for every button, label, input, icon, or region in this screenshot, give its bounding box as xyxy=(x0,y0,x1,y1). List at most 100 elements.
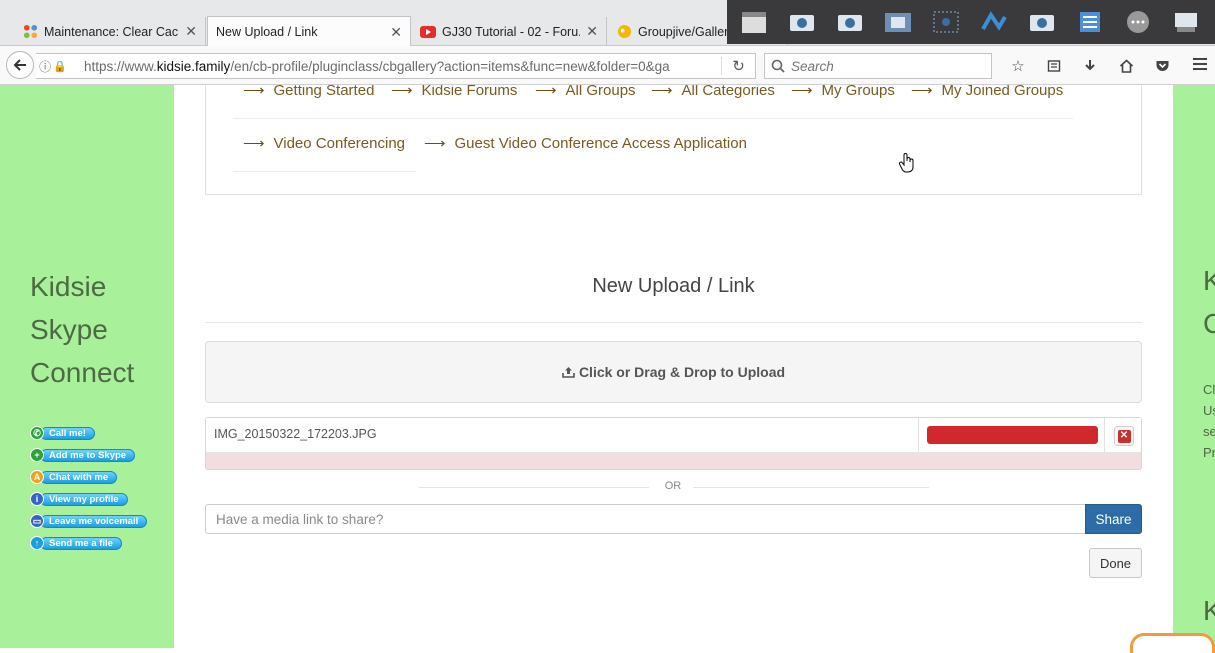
reload-icon[interactable]: ↻ xyxy=(721,57,755,75)
menu-link-label: Video Conferencing xyxy=(273,134,405,152)
url-bar[interactable]: ⓘ 🔒 https://www.kidsie.family/en/cb-profi… xyxy=(36,53,756,79)
skype-file-button[interactable]: ↑ Send me a file xyxy=(30,536,122,550)
menu-link-video-conferencing[interactable]: ⟶ Video Conferencing xyxy=(243,134,405,153)
groupjive-icon xyxy=(616,24,632,40)
screen-capture-toolbar xyxy=(727,0,1215,44)
chat-widget[interactable] xyxy=(1130,633,1215,653)
download-icon[interactable] xyxy=(1072,53,1108,79)
menu-link-all-groups[interactable]: ⟶ All Groups xyxy=(535,85,636,99)
close-tab-icon[interactable]: ✕ xyxy=(185,23,197,40)
upload-progress-bar xyxy=(927,426,1098,444)
bookmark-star-icon[interactable]: ☆ xyxy=(1000,53,1036,79)
text-capture-icon[interactable] xyxy=(1069,4,1111,40)
left-sidebar: Kidsie Skype Connect ✆ Call me! + Add me… xyxy=(0,85,174,648)
page-title: New Upload / Link xyxy=(592,275,755,297)
settings-capture-icon[interactable] xyxy=(1165,4,1207,40)
done-button[interactable]: Done xyxy=(1089,548,1142,578)
menu-divider xyxy=(233,118,1073,119)
phone-icon: ✆ xyxy=(30,426,44,440)
search-input[interactable] xyxy=(791,58,981,74)
group-menu: ⟶ Getting Started ⟶ Kidsie Forums ⟶ All Gro… xyxy=(205,85,1142,195)
right-title-fragment: K xyxy=(1203,265,1215,296)
camera-region-icon[interactable] xyxy=(925,4,967,40)
media-link-input[interactable] xyxy=(205,504,1086,534)
or-label: OR xyxy=(664,480,682,492)
right-text-fragment: Pr xyxy=(1203,445,1215,460)
url-path: /en/cb-profile/pluginclass/cbgallery?act… xyxy=(230,58,670,74)
hamburger-menu-icon[interactable] xyxy=(1193,58,1207,73)
skype-add-button[interactable]: + Add me to Skype xyxy=(30,448,136,462)
menu-link-my-joined-groups[interactable]: ⟶ My Joined Groups xyxy=(911,85,1063,99)
or-divider-right xyxy=(693,487,929,488)
menu-link-kidsie-forums[interactable]: ⟶ Kidsie Forums xyxy=(391,85,517,99)
arrow-right-icon: ⟶ xyxy=(911,85,933,99)
title-divider xyxy=(205,322,1142,323)
right-bottom-fragment: K xyxy=(1203,595,1215,626)
pocket-icon[interactable] xyxy=(1144,53,1180,79)
tab-new-upload[interactable]: New Upload / Link ✕ xyxy=(207,16,411,47)
skype-button-label: Chat with me xyxy=(40,470,118,484)
menu-divider xyxy=(233,171,416,172)
right-text-fragment: Cl xyxy=(1203,382,1215,397)
camera-fullscreen-icon[interactable] xyxy=(877,4,919,40)
skype-button-label: Call me! xyxy=(40,426,95,440)
url-text[interactable]: https://www.kidsie.family/en/cb-profile/… xyxy=(70,59,721,74)
camera-window-icon[interactable] xyxy=(829,4,871,40)
arrow-right-icon: ⟶ xyxy=(243,135,265,152)
voicemail-icon: ▭ xyxy=(30,514,44,528)
right-text-fragment: Us xyxy=(1203,403,1215,418)
menu-link-label: Getting Started xyxy=(273,85,375,99)
skype-button-label: Send me a file xyxy=(40,536,122,550)
arrow-right-icon: ⟶ xyxy=(243,85,265,99)
tab-title: GJ30 Tutorial - 02 - Foru... xyxy=(442,24,581,39)
skype-button-label: Add me to Skype xyxy=(40,448,136,462)
skype-button-label: View my profile xyxy=(40,492,128,506)
back-button[interactable] xyxy=(6,51,34,79)
tab-title: Maintenance: Clear Cac... xyxy=(44,24,180,39)
menu-link-label: All Groups xyxy=(565,85,636,99)
more-options-icon[interactable] xyxy=(1117,4,1159,40)
menu-link-getting-started[interactable]: ⟶ Getting Started xyxy=(243,85,374,99)
navigation-bar: ⓘ 🔒 https://www.kidsie.family/en/cb-profi… xyxy=(0,46,1215,85)
camera-down-icon[interactable] xyxy=(781,4,823,40)
home-icon[interactable] xyxy=(1108,53,1144,79)
tab-youtube[interactable]: GJ30 Tutorial - 02 - Foru... ✕ xyxy=(412,17,607,46)
skype-voicemail-button[interactable]: ▭ Leave me voicemail xyxy=(30,514,148,528)
plus-icon: + xyxy=(30,448,44,462)
menu-link-label: All Categories xyxy=(681,85,775,99)
upload-dropzone[interactable]: Click or Drag & Drop to Upload xyxy=(205,341,1142,403)
file-icon: ↑ xyxy=(30,536,44,550)
menu-link-my-groups[interactable]: ⟶ My Groups xyxy=(791,85,895,99)
search-box[interactable] xyxy=(764,53,992,79)
url-domain: kidsie.family xyxy=(156,58,231,74)
reading-list-icon[interactable] xyxy=(1036,53,1072,79)
url-prefix: https://www. xyxy=(84,58,157,74)
skype-call-button[interactable]: ✆ Call me! xyxy=(30,426,95,440)
back-arrow-icon xyxy=(13,59,26,71)
close-tab-icon[interactable]: ✕ xyxy=(586,23,598,40)
arrow-right-icon: ⟶ xyxy=(535,85,557,99)
progress-fill xyxy=(927,426,1098,444)
site-info-icon[interactable]: ⓘ 🔒 xyxy=(36,58,70,75)
or-divider-left xyxy=(419,487,649,488)
skype-profile-button[interactable]: i View my profile xyxy=(30,492,128,506)
chat-icon: A xyxy=(30,470,44,484)
skype-chat-button[interactable]: A Chat with me xyxy=(30,470,118,484)
dropzone-label: Click or Drag & Drop to Upload xyxy=(578,364,786,380)
tab-title: New Upload / Link xyxy=(216,25,318,39)
tab-maintenance[interactable]: Maintenance: Clear Cac... ✕ xyxy=(14,17,206,46)
remove-file-button[interactable]: ✕ xyxy=(1114,426,1134,446)
joomla-icon xyxy=(22,24,38,40)
arrow-right-icon: ⟶ xyxy=(791,85,813,99)
close-tab-icon[interactable]: ✕ xyxy=(390,24,402,41)
video-capture-icon[interactable] xyxy=(733,4,775,40)
sidebar-title: Kidsie Skype Connect xyxy=(30,271,135,388)
menu-link-all-categories[interactable]: ⟶ All Categories xyxy=(651,85,775,99)
camera-freehand-icon[interactable] xyxy=(973,4,1015,40)
share-button[interactable]: Share xyxy=(1085,504,1142,534)
menu-link-guest-video[interactable]: ⟶ Guest Video Conference Access Applicati… xyxy=(424,134,747,153)
right-title-fragment: C xyxy=(1203,308,1215,339)
arrow-right-icon: ⟶ xyxy=(651,85,673,99)
info-icon: i xyxy=(30,492,44,506)
camera-scroll-icon[interactable] xyxy=(1021,4,1063,40)
